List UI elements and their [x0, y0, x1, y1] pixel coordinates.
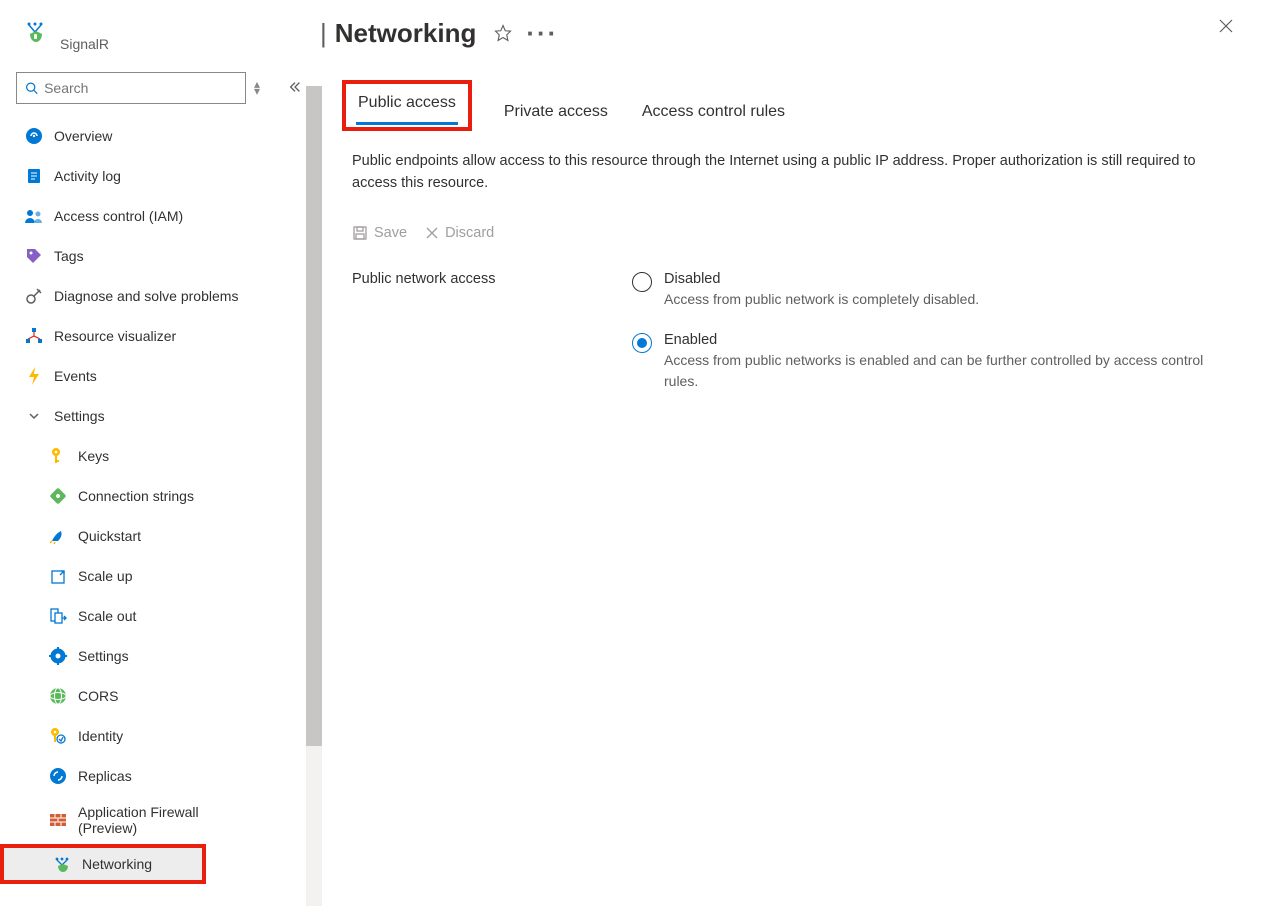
- sidebar-item-overview[interactable]: Overview: [16, 116, 306, 156]
- replicas-icon: [46, 767, 70, 785]
- sidebar-item-label: Tags: [54, 248, 84, 264]
- sidebar-item-scale-out[interactable]: Scale out: [16, 596, 306, 636]
- public-network-access-label: Public network access: [352, 271, 552, 392]
- scale-out-icon: [46, 607, 70, 625]
- sidebar-item-label: Scale out: [78, 608, 136, 624]
- sidebar-item-access-control[interactable]: Access control (IAM): [16, 196, 306, 236]
- access-control-icon: [22, 208, 46, 224]
- sidebar-item-events[interactable]: Events: [16, 356, 306, 396]
- tags-icon: [22, 247, 46, 265]
- sidebar-item-label: Replicas: [78, 768, 132, 784]
- sidebar-item-label: Quickstart: [78, 528, 141, 544]
- page-header: SignalR | Networking ···: [0, 0, 1264, 66]
- tab-public-access[interactable]: Public access: [356, 88, 458, 125]
- search-input[interactable]: [38, 79, 237, 97]
- radio-enabled[interactable]: Enabled Access from public networks is e…: [632, 332, 1224, 392]
- tab-access-control-rules[interactable]: Access control rules: [640, 97, 787, 131]
- sidebar-item-networking[interactable]: Networking: [0, 844, 206, 884]
- sidebar-item-label: Networking: [82, 856, 152, 872]
- close-button[interactable]: [1218, 18, 1234, 39]
- sidebar-item-label: Resource visualizer: [54, 328, 176, 344]
- sidebar-item-label: Scale up: [78, 568, 132, 584]
- tabs: Public access Private access Access cont…: [352, 84, 1224, 131]
- chevron-down-icon: [22, 410, 46, 422]
- favorite-star-icon[interactable]: [494, 18, 512, 49]
- page-title: | Networking ···: [320, 18, 558, 49]
- radio-enabled-label: Enabled: [664, 332, 1224, 348]
- sidebar-item-cors[interactable]: CORS: [16, 676, 306, 716]
- radio-enabled-desc: Access from public networks is enabled a…: [664, 350, 1224, 392]
- sidebar-item-label: Identity: [78, 728, 123, 744]
- expand-collapse-icon[interactable]: ▴▾: [254, 81, 260, 95]
- sidebar-item-label: Application Firewall (Preview): [78, 804, 228, 836]
- discard-button[interactable]: Discard: [425, 225, 494, 241]
- tab-private-access[interactable]: Private access: [502, 97, 610, 131]
- networking-icon: [50, 855, 74, 873]
- radio-disabled[interactable]: Disabled Access from public network is c…: [632, 271, 1224, 310]
- sidebar-item-resource-visualizer[interactable]: Resource visualizer: [16, 316, 306, 356]
- sidebar-item-quickstart[interactable]: Quickstart: [16, 516, 306, 556]
- sidebar-item-label: Connection strings: [78, 488, 194, 504]
- search-icon: [25, 81, 38, 95]
- scale-up-icon: [46, 567, 70, 585]
- sidebar-item-activity-log[interactable]: Activity log: [16, 156, 306, 196]
- radio-disabled-label: Disabled: [664, 271, 979, 287]
- sidebar-item-label: Overview: [54, 128, 112, 144]
- overview-icon: [22, 127, 46, 145]
- sidebar-item-application-firewall[interactable]: Application Firewall (Preview): [16, 796, 306, 844]
- firewall-icon: [46, 813, 70, 827]
- search-input-wrapper[interactable]: [16, 72, 246, 104]
- sidebar-item-diagnose[interactable]: Diagnose and solve problems: [16, 276, 306, 316]
- sidebar-item-keys[interactable]: Keys: [16, 436, 306, 476]
- sidebar-item-label: Events: [54, 368, 97, 384]
- radio-disabled-desc: Access from public network is completely…: [664, 289, 979, 310]
- toolbar: Save Discard: [352, 225, 1224, 241]
- save-icon: [352, 225, 368, 241]
- sidebar-item-label: Keys: [78, 448, 109, 464]
- sidebar-item-replicas[interactable]: Replicas: [16, 756, 306, 796]
- discard-icon: [425, 226, 439, 240]
- radio-circle-icon: [632, 272, 652, 292]
- sidebar-item-label: Diagnose and solve problems: [54, 288, 238, 304]
- more-icon[interactable]: ···: [526, 18, 558, 49]
- sidebar-item-label: Activity log: [54, 168, 121, 184]
- sidebar-item-tags[interactable]: Tags: [16, 236, 306, 276]
- sidebar-item-settings[interactable]: Settings: [16, 636, 306, 676]
- save-button[interactable]: Save: [352, 225, 407, 241]
- signalr-service-icon: [20, 18, 50, 48]
- main-content: Public access Private access Access cont…: [306, 66, 1264, 909]
- tab-description: Public endpoints allow access to this re…: [352, 151, 1222, 195]
- sidebar-item-label: Access control (IAM): [54, 208, 183, 224]
- sidebar-item-connection-strings[interactable]: Connection strings: [16, 476, 306, 516]
- activity-log-icon: [22, 167, 46, 185]
- resource-visualizer-icon: [22, 327, 46, 345]
- sidebar-item-label: Settings: [78, 648, 129, 664]
- save-label: Save: [374, 225, 407, 241]
- sidebar: ▴▾ Overview Activity log Access control: [0, 66, 306, 909]
- connection-strings-icon: [46, 487, 70, 505]
- sidebar-item-label: CORS: [78, 688, 118, 704]
- service-name-label: SignalR: [60, 14, 109, 52]
- radio-circle-selected-icon: [632, 333, 652, 353]
- sidebar-group-settings[interactable]: Settings: [16, 396, 306, 436]
- identity-icon: [46, 727, 70, 745]
- tab-public-highlight: Public access: [342, 80, 472, 131]
- sidebar-item-scale-up[interactable]: Scale up: [16, 556, 306, 596]
- collapse-sidebar-icon[interactable]: [288, 80, 302, 97]
- page-title-text: Networking: [335, 18, 477, 49]
- diagnose-icon: [22, 287, 46, 305]
- keys-icon: [46, 447, 70, 465]
- cors-icon: [46, 687, 70, 705]
- events-icon: [22, 366, 46, 386]
- gear-icon: [46, 647, 70, 665]
- sidebar-item-identity[interactable]: Identity: [16, 716, 306, 756]
- discard-label: Discard: [445, 225, 494, 241]
- quickstart-icon: [46, 528, 70, 544]
- sidebar-item-label: Settings: [54, 408, 105, 424]
